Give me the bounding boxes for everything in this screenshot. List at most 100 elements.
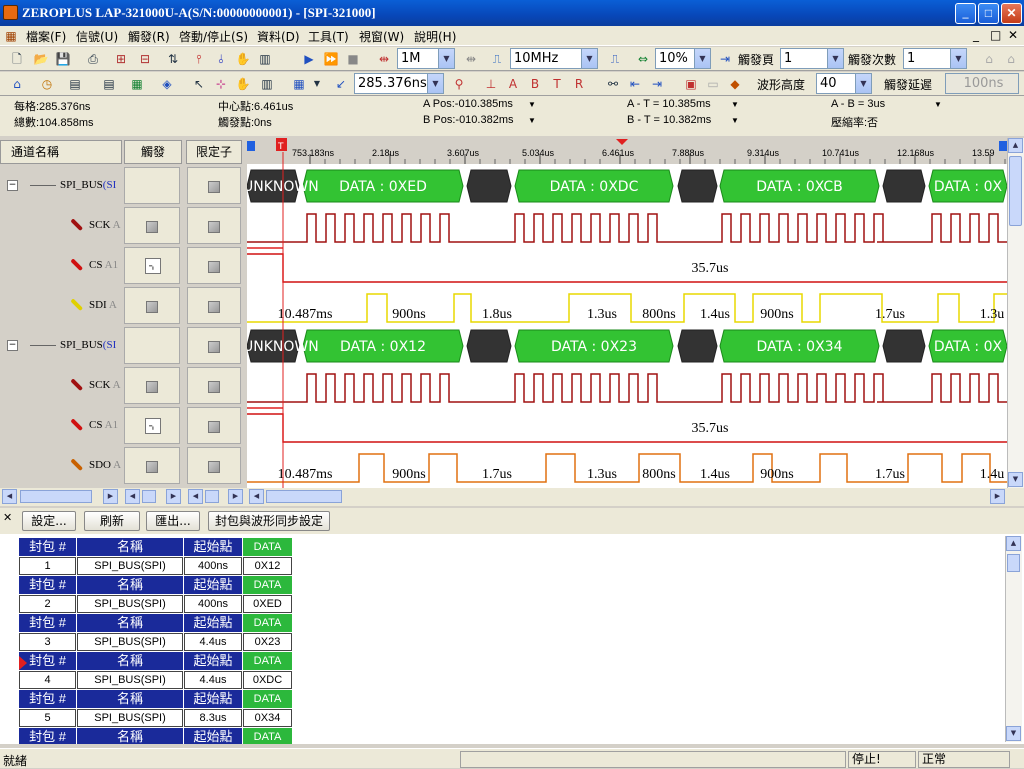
qualifier-cell[interactable]	[187, 287, 241, 324]
zoom-fit-icon[interactable]: ⇔	[634, 50, 652, 68]
channel-name[interactable]: SPI_BUS(SI	[60, 179, 116, 191]
chevron-down-icon[interactable]: ▼	[438, 49, 454, 68]
menu-signal[interactable]: 信號(U)	[76, 28, 118, 45]
chevron-down-icon[interactable]: ▼	[427, 74, 443, 93]
run-icon[interactable]: ▶	[300, 50, 318, 68]
settings-button[interactable]: 設定...	[22, 511, 76, 531]
open-folder-icon[interactable]: 📂	[32, 50, 50, 68]
dont-care-icon[interactable]	[146, 301, 158, 313]
qualifier-hscroll-thumb[interactable]	[205, 490, 219, 503]
goto-trigger-icon[interactable]: ⇥	[716, 50, 734, 68]
cursor-a-icon[interactable]: ⫯	[190, 50, 208, 68]
qualifier-header[interactable]: 限定子	[186, 140, 242, 164]
trigger-settings-icon[interactable]: ⊟	[136, 50, 154, 68]
next-icon[interactable]: ⇥	[648, 75, 666, 93]
waveform-hscroll-thumb[interactable]	[266, 490, 342, 503]
scroll-right-icon[interactable]: ▶	[103, 489, 118, 504]
scroll-up-icon[interactable]: ▲	[1006, 536, 1021, 551]
packet-row[interactable]: 封包 # 名稱 起始點 DATA 3 SPI_BUS(SPI) 4.4us 0X…	[19, 614, 294, 652]
close-button[interactable]: ✕	[1001, 3, 1022, 24]
panel-close-icon[interactable]: ✕	[3, 511, 12, 524]
qualifier-cell[interactable]	[187, 447, 241, 484]
packet-row[interactable]: 封包 # 名稱 起始點 DATA 1 SPI_BUS(SPI) 400ns 0X…	[19, 538, 294, 576]
hand-pan-icon[interactable]: ✋	[234, 50, 252, 68]
qualifier-cell[interactable]	[187, 327, 241, 364]
trigger-cell[interactable]	[124, 207, 180, 244]
trigger-page-select[interactable]: 1 ▼	[780, 48, 844, 69]
bus-disabled-icon[interactable]: ▭	[704, 75, 722, 93]
menu-trigger[interactable]: 觸發(R)	[128, 28, 170, 45]
measure-icon[interactable]: ⊹	[212, 75, 230, 93]
dont-care-icon[interactable]	[208, 381, 220, 393]
waveform-canvas[interactable]: 753.183ns 2.18us 3.607us 5.034us 6.461us 7.88…	[247, 138, 1007, 488]
collapse-icon[interactable]: −	[7, 180, 18, 191]
calendar-icon[interactable]: ▣	[682, 75, 700, 93]
grid-icon[interactable]: ▦	[128, 75, 146, 93]
channel-name[interactable]: CS A1	[89, 259, 118, 271]
collapse-icon[interactable]: −	[7, 340, 18, 351]
zoom-ratio-select[interactable]: 10% ▼	[655, 48, 711, 69]
trigger-cell[interactable]	[124, 447, 180, 484]
menu-data[interactable]: 資料(D)	[257, 28, 300, 45]
app-icon[interactable]	[3, 5, 18, 20]
dont-care-icon[interactable]	[208, 181, 220, 193]
scroll-left-icon[interactable]: ◀	[188, 489, 203, 504]
falling-edge-icon[interactable]: ⌍	[145, 418, 161, 434]
chevron-down-icon[interactable]: ▼	[950, 49, 966, 68]
dont-care-icon[interactable]	[208, 221, 220, 233]
channel-name[interactable]: SDI A	[89, 299, 117, 311]
menu-window[interactable]: 視窗(W)	[359, 28, 404, 45]
packet-row[interactable]: 封包 # 名稱 起始點 DATA 2 SPI_BUS(SPI) 400ns 0X…	[19, 576, 294, 614]
signal-settings-icon[interactable]: ⊞	[112, 50, 130, 68]
packet-vertical-scrollbar[interactable]: ▲ ▼	[1005, 536, 1022, 742]
channel-name[interactable]: SDO A	[89, 459, 121, 471]
packet-list[interactable]: 封包 # 名稱 起始點 DATA 1 SPI_BUS(SPI) 400ns 0X…	[0, 534, 1024, 744]
sample-rate-select[interactable]: 10MHz ▼	[510, 48, 598, 69]
rack2-icon[interactable]: ⌂	[1002, 50, 1020, 68]
bus-icon[interactable]: ▥	[258, 75, 276, 93]
new-file-icon[interactable]: 🗋	[8, 50, 26, 68]
qualifier-cell[interactable]	[187, 247, 241, 284]
sample-depth-select[interactable]: 1M ▼	[397, 48, 455, 69]
trigger-header[interactable]: 觸發	[124, 140, 182, 164]
menu-tools[interactable]: 工具(T)	[308, 28, 349, 45]
bar-r-icon[interactable]: R	[570, 75, 588, 93]
packet-row[interactable]: 封包 # 名稱 起始點 DATA	[19, 728, 294, 744]
scroll-left-icon[interactable]: ◀	[2, 489, 17, 504]
dont-care-icon[interactable]	[208, 421, 220, 433]
scroll-right-icon[interactable]: ▶	[228, 489, 243, 504]
trigger-cell[interactable]	[124, 367, 180, 404]
mdi-minimize-button[interactable]: _	[973, 28, 979, 42]
trigger-cell[interactable]: ⌍	[124, 407, 180, 444]
channel-hscroll-thumb[interactable]	[20, 490, 92, 503]
doc-icon[interactable]: ▦	[2, 27, 20, 45]
scroll-up-icon[interactable]: ▲	[1008, 138, 1023, 153]
scroll-thumb[interactable]	[1007, 554, 1020, 572]
qualifier-cell[interactable]	[187, 407, 241, 444]
trigger-hscroll-thumb[interactable]	[142, 490, 156, 503]
sync-settings-button[interactable]: 封包與波形同步設定	[208, 511, 330, 531]
maximize-button[interactable]: □	[978, 3, 999, 24]
bar-t-icon[interactable]: T	[548, 75, 566, 93]
depth-lock-icon[interactable]: ⇹	[462, 50, 480, 68]
waveform-icon[interactable]: ⎍	[606, 50, 624, 68]
dont-care-icon[interactable]	[146, 221, 158, 233]
trigger-cell[interactable]: ⌍	[124, 247, 180, 284]
binoculars-icon[interactable]: ⚯	[604, 75, 622, 93]
channel-name[interactable]: SCK A	[89, 379, 121, 391]
menu-help[interactable]: 說明(H)	[414, 28, 456, 45]
bar-a-icon[interactable]: A	[504, 75, 522, 93]
time-value-select[interactable]: 285.376ns ▼	[354, 73, 444, 94]
grab-icon[interactable]: ✋	[234, 75, 252, 93]
scroll-left-icon[interactable]: ◀	[249, 489, 264, 504]
refresh-button[interactable]: 刷新	[84, 511, 140, 531]
trigger-edge-icon[interactable]: ⇅	[164, 50, 182, 68]
stop-icon[interactable]: ■	[344, 50, 362, 68]
mdi-close-button[interactable]: ✕	[1008, 28, 1018, 42]
rack-icon[interactable]: ⌂	[980, 50, 998, 68]
chevron-down-icon[interactable]: ▼	[581, 49, 597, 68]
chevron-down-icon[interactable]: ▼	[855, 74, 871, 93]
dont-care-icon[interactable]	[146, 381, 158, 393]
dont-care-icon[interactable]	[208, 261, 220, 273]
trigger-delay-input[interactable]: 100ns	[945, 73, 1019, 94]
